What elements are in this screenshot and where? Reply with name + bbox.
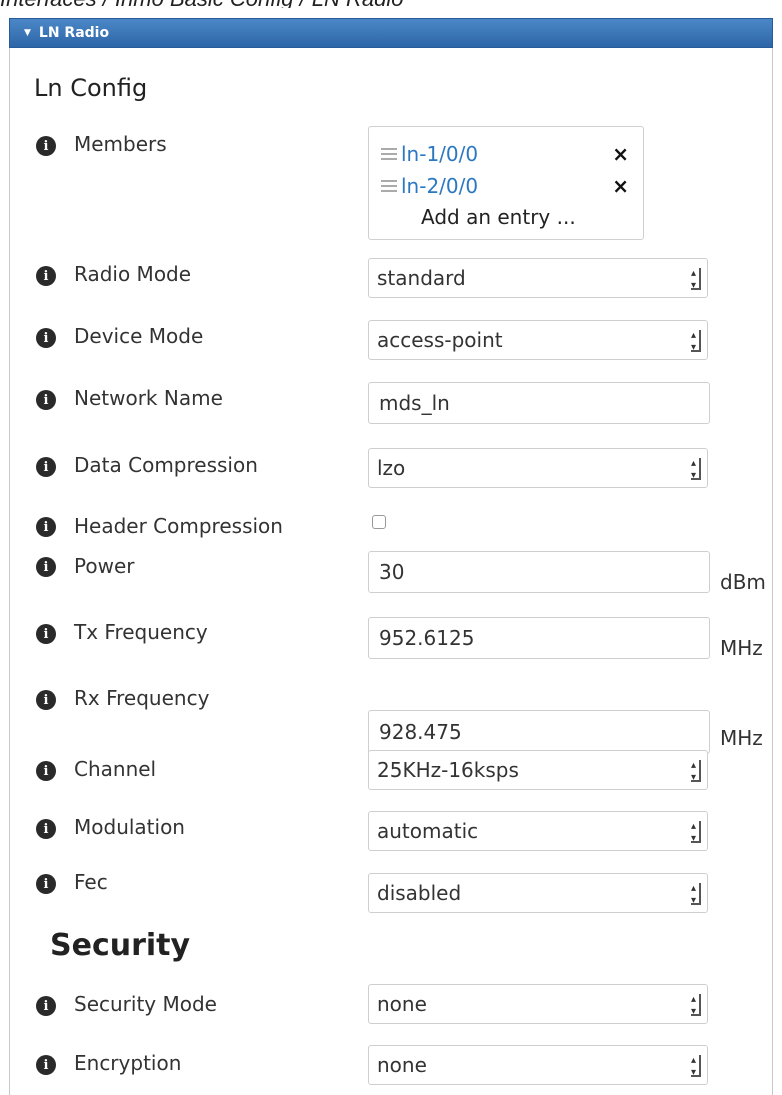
remove-icon[interactable]: × <box>612 142 629 166</box>
fec-select[interactable]: disabled ▴ ▾ <box>368 873 708 913</box>
data-compression-value: lzo <box>377 456 406 480</box>
info-icon[interactable]: i <box>36 624 56 644</box>
select-arrow-icon: ▴ ▾ <box>691 883 701 906</box>
security-mode-select[interactable]: none ▴ ▾ <box>368 984 708 1024</box>
modulation-label: Modulation <box>74 815 185 839</box>
section-title-security: Security <box>50 928 191 963</box>
members-label: Members <box>74 132 167 156</box>
device-mode-value: access-point <box>377 328 503 352</box>
encryption-select[interactable]: none ▴ ▾ <box>368 1045 708 1085</box>
channel-label: Channel <box>74 757 157 781</box>
header-compression-label: Header Compression <box>74 514 283 538</box>
panel-title: LN Radio <box>38 25 110 41</box>
info-icon[interactable]: i <box>36 1055 56 1075</box>
info-icon[interactable]: i <box>36 819 56 839</box>
tx-frequency-label: Tx Frequency <box>74 620 208 644</box>
select-arrow-icon: ▴ ▾ <box>691 458 701 481</box>
member-label[interactable]: ln-2/0/0 <box>401 174 478 198</box>
remove-icon[interactable]: × <box>612 174 629 198</box>
fec-label: Fec <box>74 870 108 894</box>
info-icon[interactable]: i <box>36 996 56 1016</box>
add-entry-button[interactable]: Add an entry ... <box>421 205 576 229</box>
power-label: Power <box>74 554 135 578</box>
select-arrow-icon: ▴ ▾ <box>691 1055 701 1078</box>
header-compression-checkbox[interactable] <box>372 515 386 529</box>
modulation-select[interactable]: automatic ▴ ▾ <box>368 811 708 851</box>
list-item[interactable]: ln-1/0/0 × <box>381 141 639 167</box>
tx-frequency-unit: MHz <box>720 636 763 660</box>
info-icon[interactable]: i <box>36 557 56 577</box>
security-mode-value: none <box>377 992 427 1016</box>
power-unit: dBm <box>720 570 766 594</box>
device-mode-select[interactable]: access-point ▴ ▾ <box>368 320 708 360</box>
network-name-label: Network Name <box>74 386 223 410</box>
encryption-label: Encryption <box>74 1051 182 1075</box>
rx-frequency-label: Rx Frequency <box>74 686 210 710</box>
select-arrow-icon: ▴ ▾ <box>691 821 701 844</box>
info-icon[interactable]: i <box>36 874 56 894</box>
info-icon[interactable]: i <box>36 517 56 537</box>
select-arrow-icon: ▴ ▾ <box>691 994 701 1017</box>
fec-value: disabled <box>377 881 462 905</box>
panel-header-ln-radio[interactable]: ▼ LN Radio <box>9 18 773 48</box>
select-arrow-icon: ▴ ▾ <box>691 268 701 291</box>
radio-mode-value: standard <box>377 266 466 290</box>
info-icon[interactable]: i <box>36 266 56 286</box>
breadcrumb: Interfaces / Inmo Basic Config / LN Radi… <box>0 0 782 8</box>
data-compression-label: Data Compression <box>74 453 258 477</box>
drag-handle-icon[interactable] <box>381 180 397 192</box>
channel-select[interactable]: 25KHz-16ksps ▴ ▾ <box>368 750 708 790</box>
rx-frequency-input[interactable]: 928.475 <box>368 710 710 754</box>
encryption-value: none <box>377 1053 427 1077</box>
modulation-value: automatic <box>377 819 479 843</box>
device-mode-label: Device Mode <box>74 324 204 348</box>
data-compression-select[interactable]: lzo ▴ ▾ <box>368 448 708 488</box>
network-name-input[interactable]: mds_ln <box>368 382 710 424</box>
info-icon[interactable]: i <box>36 390 56 410</box>
security-mode-label: Security Mode <box>74 992 217 1016</box>
members-list: ln-1/0/0 × ln-2/0/0 × Add an entry ... <box>368 126 644 240</box>
radio-mode-label: Radio Mode <box>74 262 192 286</box>
select-arrow-icon: ▴ ▾ <box>691 330 701 353</box>
list-item[interactable]: ln-2/0/0 × <box>381 173 639 199</box>
channel-value: 25KHz-16ksps <box>377 758 519 782</box>
drag-handle-icon[interactable] <box>381 148 397 160</box>
section-title-ln-config: Ln Config <box>34 74 148 102</box>
info-icon[interactable]: i <box>36 328 56 348</box>
tx-frequency-input[interactable]: 952.6125 <box>368 617 710 659</box>
rx-frequency-unit: MHz <box>720 726 763 750</box>
info-icon[interactable]: i <box>36 761 56 781</box>
info-icon[interactable]: i <box>36 136 56 156</box>
power-input[interactable]: 30 <box>368 551 710 593</box>
select-arrow-icon: ▴ ▾ <box>691 760 701 783</box>
caret-down-icon: ▼ <box>24 28 31 38</box>
member-label[interactable]: ln-1/0/0 <box>401 142 478 166</box>
radio-mode-select[interactable]: standard ▴ ▾ <box>368 258 708 298</box>
info-icon[interactable]: i <box>36 457 56 477</box>
info-icon[interactable]: i <box>36 690 56 710</box>
